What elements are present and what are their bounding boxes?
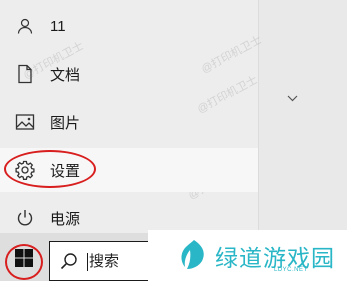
user-account-button[interactable]: 11 [0,4,258,48]
search-icon [60,252,78,275]
sidebar-item-label: 电源 [50,210,81,228]
sidebar-item-label: 图片 [50,114,81,132]
document-icon [11,60,39,88]
sidebar-item-label: 文档 [50,66,81,84]
windows-logo-icon [15,248,33,272]
pictures-icon [11,108,39,136]
sidebar-item-documents[interactable]: 文档 [0,52,258,96]
search-input[interactable] [89,242,157,280]
sidebar-item-label: 设置 [50,162,81,180]
user-icon [11,12,39,40]
start-button[interactable] [4,240,44,280]
start-menu-pinned-area [258,0,347,233]
user-name: 11 [50,17,66,35]
text-caret [87,253,88,271]
power-icon [11,204,39,232]
leaf-logo-icon [177,238,211,277]
logo-subtitle: LDYC.NET [274,267,308,273]
gear-icon [11,156,39,184]
chevron-down-icon[interactable] [287,89,298,107]
sidebar-item-pictures[interactable]: 图片 [0,100,258,144]
taskbar-search-box[interactable] [49,241,159,281]
sidebar-item-settings[interactable]: 设置 [0,148,258,192]
site-logo: 绿道游戏园 LDYC.NET [148,230,347,281]
